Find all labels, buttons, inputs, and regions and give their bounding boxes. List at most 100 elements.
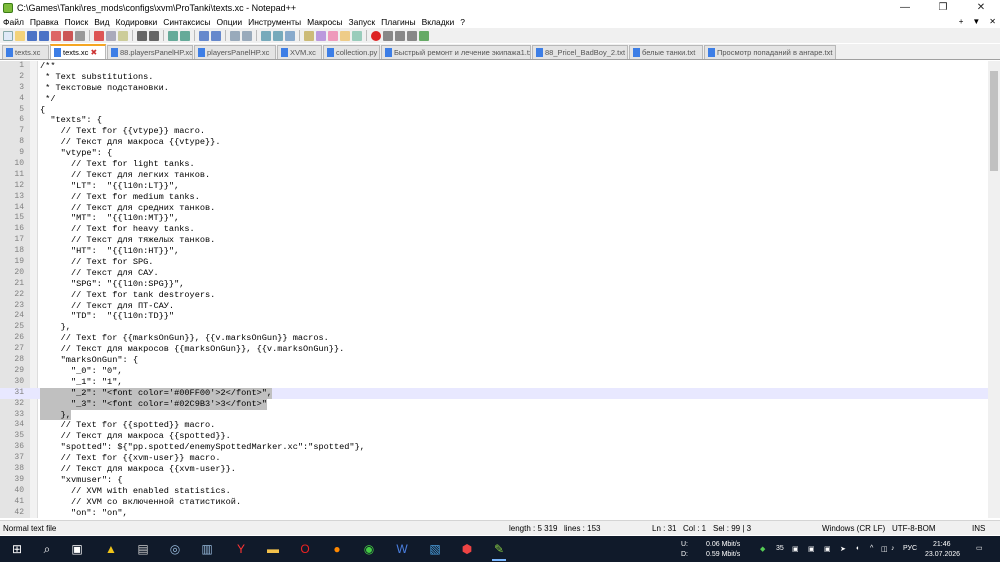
tab-88-players-panel[interactable]: 88.playersPanelHP.xc [107, 45, 193, 59]
sync-vertical-icon[interactable] [230, 30, 240, 41]
minimize-button[interactable]: — [886, 0, 924, 15]
tray-icon-3[interactable]: ▣ [824, 545, 831, 553]
indent-guide-icon[interactable] [285, 30, 295, 41]
save-macro-icon[interactable] [419, 30, 429, 41]
code-line[interactable]: 3 * Текстовые подстановки. [0, 83, 988, 94]
tray-icon-4[interactable]: ◐ [856, 545, 860, 552]
code-text[interactable]: "_3": "<font color='#02C9B3'>3</font>" [40, 398, 267, 410]
menu-window[interactable]: Вкладки [419, 17, 458, 27]
code-line[interactable]: 18 "HT": "{{l10n:HT}}", [0, 246, 988, 257]
code-text[interactable]: // Text for medium tanks. [40, 192, 200, 203]
folder-workspace-icon[interactable] [340, 30, 350, 41]
menu-run[interactable]: Запуск [346, 17, 379, 27]
code-text[interactable]: "texts": { [40, 115, 102, 126]
undo-icon[interactable] [137, 30, 147, 41]
file-explorer-icon[interactable]: ▬ [264, 540, 282, 558]
tab-list-button[interactable]: ▼ [972, 17, 980, 26]
chrome-icon[interactable]: ◉ [360, 540, 378, 558]
code-line[interactable]: 19 // Text for SPG. [0, 257, 988, 268]
menu-file[interactable]: Файл [0, 17, 27, 27]
play-multiple-icon[interactable] [407, 30, 417, 41]
menu-settings[interactable]: Опции [214, 17, 246, 27]
close-tab-icon[interactable]: ✖ [90, 48, 97, 57]
code-line[interactable]: 31 "_2": "<font color='#00FF00'>2</font>… [0, 387, 988, 399]
udl-icon[interactable] [304, 30, 314, 41]
code-line[interactable]: 25 }, [0, 322, 988, 333]
code-line[interactable]: 1 /** [0, 61, 988, 72]
code-text[interactable]: * Text substitutions. [40, 72, 153, 83]
tray-green-icon[interactable]: ◆ [760, 545, 765, 553]
new-tab-button[interactable]: + [959, 17, 964, 26]
menu-encoding[interactable]: Кодировки [113, 17, 161, 27]
code-line[interactable]: 20 // Текст для САУ. [0, 268, 988, 279]
code-text[interactable]: // Текст для САУ. [40, 268, 159, 279]
code-line[interactable]: 6 "texts": { [0, 115, 988, 126]
editor[interactable]: 1/** 2 * Text substitutions. 3 * Текстовые… [0, 61, 1000, 518]
code-line[interactable]: 7 // Text for {{vtype}} macro. [0, 126, 988, 137]
code-text[interactable]: // XVM with enabled statistics. [40, 486, 231, 497]
code-line[interactable]: 32 "_3": "<font color='#02C9B3'>3</font>… [0, 398, 988, 410]
code-text[interactable]: */ [40, 94, 55, 105]
app-icon-1[interactable]: ▤ [134, 540, 152, 558]
code-line[interactable]: 5{ [0, 105, 988, 116]
code-text[interactable]: "LT": "{{l10n:LT}}", [40, 181, 179, 192]
menu-edit[interactable]: Правка [27, 17, 62, 27]
code-line[interactable]: 28 "marksOnGun": { [0, 355, 988, 366]
function-list-icon[interactable] [328, 30, 338, 41]
tray-icon-1[interactable]: ▣ [792, 545, 799, 553]
code-text[interactable]: // Текст для макроса {{spotted}}. [40, 431, 231, 442]
tab-xvm[interactable]: XVM.xc [277, 45, 322, 59]
code-line[interactable]: 17 // Текст для тяжелых танков. [0, 235, 988, 246]
status-insert-mode[interactable]: INS [972, 524, 985, 533]
code-text[interactable]: { [40, 105, 45, 116]
code-line[interactable]: 24 "TD": "{{l10n:TD}}" [0, 311, 988, 322]
replace-icon[interactable] [180, 30, 190, 41]
play-macro-icon[interactable] [395, 30, 405, 41]
tab-white-tanks[interactable]: белые танки.txt [629, 45, 703, 59]
tab-collection[interactable]: collection.py [323, 45, 380, 59]
cut-icon[interactable] [94, 30, 104, 41]
tab-texts-active[interactable]: texts.xc ✖ [50, 44, 106, 59]
code-line[interactable]: 39 "xvmuser": { [0, 475, 988, 486]
tab-pricel[interactable]: 88_Pricel_BadBoy_2.txt [532, 45, 628, 59]
code-line[interactable]: 30 "_1": "1", [0, 377, 988, 388]
game-app-icon[interactable]: ⬢ [458, 540, 476, 558]
code-text[interactable]: "TD": "{{l10n:TD}}" [40, 311, 174, 322]
sync-horizontal-icon[interactable] [242, 30, 252, 41]
tab-players-panel[interactable]: playersPanelHP.xc [194, 45, 276, 59]
code-line[interactable]: 23 // Текст для ПТ-САУ. [0, 301, 988, 312]
find-icon[interactable] [168, 30, 178, 41]
code-text[interactable]: "_1": "1", [40, 377, 123, 388]
code-text[interactable]: // Text for {{xvm-user}} macro. [40, 453, 221, 464]
print-icon[interactable] [75, 30, 85, 41]
code-line[interactable]: 37 // Text for {{xvm-user}} macro. [0, 453, 988, 464]
code-line[interactable]: 21 "SPG": "{{l10n:SPG}}", [0, 279, 988, 290]
windows-start-icon[interactable]: ⊞ [8, 540, 26, 558]
code-line[interactable]: 9 "vtype": { [0, 148, 988, 159]
doc-map-icon[interactable] [316, 30, 326, 41]
language-indicator[interactable]: РУС [903, 545, 917, 552]
code-text[interactable]: "marksOnGun": { [40, 355, 138, 366]
code-line[interactable]: 41 // XVM со включенной статистикой. [0, 497, 988, 508]
network-icon[interactable]: ◫ [881, 545, 888, 553]
zoom-out-icon[interactable] [211, 30, 221, 41]
menu-view[interactable]: Вид [91, 17, 112, 27]
code-line[interactable]: 22 // Text for tank destroyers. [0, 290, 988, 301]
status-encoding[interactable]: UTF-8-BOM [892, 524, 936, 533]
code-text[interactable]: // Text for {{marksOnGun}}, {{v.marksOnG… [40, 333, 329, 344]
code-text[interactable]: // Текст для макросов {{marksOnGun}}, {{… [40, 344, 345, 355]
notification-icon[interactable]: ▭ [976, 544, 983, 552]
stop-macro-icon[interactable] [383, 30, 393, 41]
code-text[interactable]: // Text for light tanks. [40, 159, 195, 170]
code-line[interactable]: 11 // Текст для легких танков. [0, 170, 988, 181]
maximize-button[interactable]: ❐ [924, 0, 962, 15]
code-text[interactable]: "on": "on", [40, 508, 128, 518]
app-icon-3[interactable]: ▥ [198, 540, 216, 558]
zoom-in-icon[interactable] [199, 30, 209, 41]
code-line[interactable]: 4 */ [0, 94, 988, 105]
code-text[interactable]: // XVM со включенной статистикой. [40, 497, 241, 508]
code-text[interactable]: // Текст для средних танков. [40, 203, 215, 214]
code-line[interactable]: 26 // Text for {{marksOnGun}}, {{v.marks… [0, 333, 988, 344]
code-text[interactable]: }, [40, 409, 71, 421]
clock-time[interactable]: 21:46 [933, 541, 951, 548]
